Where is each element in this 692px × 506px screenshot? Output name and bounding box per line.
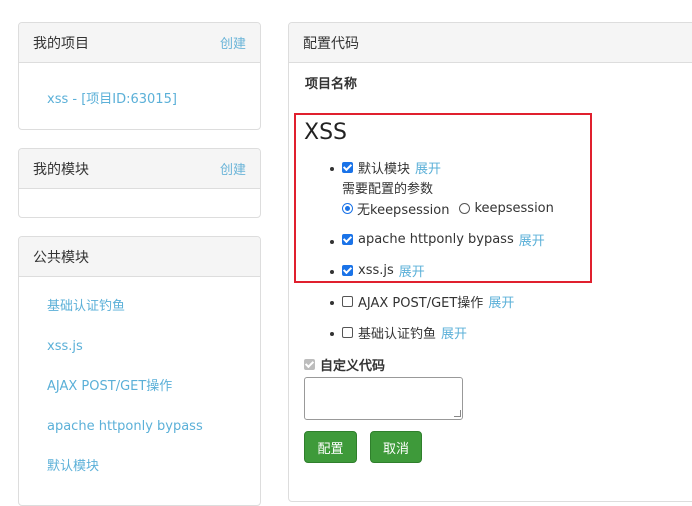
submit-config-button[interactable]: 配置	[304, 431, 357, 463]
custom-code-row: 自定义代码	[304, 355, 385, 374]
public-module-basic-auth-phishing[interactable]: 基础认证钓鱼	[47, 299, 203, 339]
custom-code-label: 自定义代码	[320, 359, 386, 374]
create-project-link[interactable]: 创建	[220, 33, 246, 52]
resize-handle-icon[interactable]	[454, 410, 461, 417]
public-modules-panel: 公共模块 基础认证钓鱼 xss.js AJAX POST/GET操作 apach…	[18, 236, 261, 506]
expand-link-xss-js[interactable]: 展开	[399, 261, 425, 280]
module-label-xss-js: xss.js	[358, 263, 394, 278]
module-item-default: 默认模块 展开	[342, 158, 441, 177]
checkbox-default-module[interactable]	[342, 162, 353, 173]
public-module-xss-js[interactable]: xss.js	[47, 339, 203, 379]
checkbox-ajax[interactable]	[342, 296, 353, 307]
public-module-default[interactable]: 默认模块	[47, 459, 203, 499]
module-item-basic-auth: 基础认证钓鱼 展开	[342, 323, 467, 342]
config-code-header: 配置代码	[289, 23, 692, 63]
project-name-label: 项目名称	[305, 77, 358, 92]
module-label-apache: apache httponly bypass	[358, 232, 514, 247]
module-item-xss-js: xss.js 展开	[342, 261, 425, 280]
radio-keepsession[interactable]	[459, 203, 471, 214]
public-module-ajax[interactable]: AJAX POST/GET操作	[47, 379, 203, 419]
bullet-icon	[330, 270, 334, 274]
my-modules-panel: 我的模块 创建	[18, 148, 261, 218]
expand-link-ajax[interactable]: 展开	[488, 292, 514, 311]
checkbox-xss-js[interactable]	[342, 265, 353, 276]
params-label: 需要配置的参数	[342, 182, 434, 197]
module-label-ajax: AJAX POST/GET操作	[358, 296, 484, 311]
module-label-default: 默认模块	[358, 162, 411, 177]
my-projects-panel: 我的项目 创建 xss - [项目ID:63015]	[18, 22, 261, 130]
module-item-ajax: AJAX POST/GET操作 展开	[342, 292, 514, 311]
my-modules-header: 我的模块 创建	[19, 149, 260, 189]
project-link-xss[interactable]: xss - [项目ID:63015]	[47, 88, 177, 107]
bullet-icon	[330, 240, 334, 244]
module-item-apache: apache httponly bypass 展开	[342, 230, 545, 249]
expand-link-apache[interactable]: 展开	[519, 230, 545, 249]
radio-label-no-keepsession: 无keepsession	[357, 203, 450, 218]
public-module-apache-httponly-bypass[interactable]: apache httponly bypass	[47, 419, 203, 459]
keepsession-radio-group: 无keepsession keepsession	[342, 199, 554, 218]
bullet-icon	[330, 167, 334, 171]
checkbox-basic-auth-phishing[interactable]	[342, 327, 353, 338]
custom-code-textarea[interactable]	[304, 377, 463, 420]
module-label-basic-auth: 基础认证钓鱼	[358, 327, 437, 342]
create-module-link[interactable]: 创建	[220, 159, 246, 178]
public-modules-header: 公共模块	[19, 237, 260, 277]
public-modules-title: 公共模块	[33, 249, 89, 266]
my-projects-header: 我的项目 创建	[19, 23, 260, 63]
bullet-icon	[330, 332, 334, 336]
checkbox-custom-code[interactable]	[304, 359, 315, 370]
project-name-value: XSS	[304, 120, 348, 145]
expand-link-basic-auth[interactable]: 展开	[441, 323, 467, 342]
cancel-button[interactable]: 取消	[370, 431, 422, 463]
my-projects-title: 我的项目	[33, 35, 89, 52]
bullet-icon	[330, 301, 334, 305]
radio-no-keepsession[interactable]	[342, 203, 353, 214]
my-modules-title: 我的模块	[33, 161, 89, 178]
public-modules-list: 基础认证钓鱼 xss.js AJAX POST/GET操作 apache htt…	[47, 299, 203, 499]
radio-label-keepsession: keepsession	[474, 201, 554, 216]
config-code-title: 配置代码	[303, 35, 359, 52]
expand-link-default[interactable]: 展开	[415, 158, 441, 177]
checkbox-apache-httponly-bypass[interactable]	[342, 234, 353, 245]
